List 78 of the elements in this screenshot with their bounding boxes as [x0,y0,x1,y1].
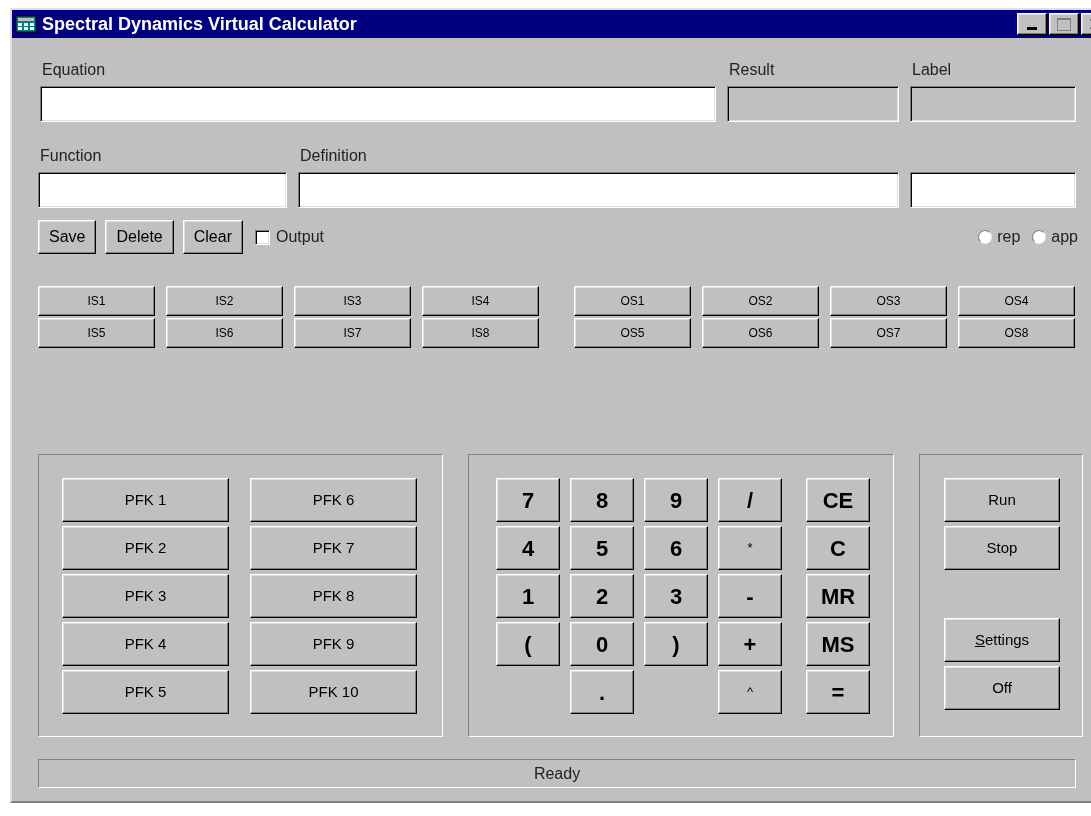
button[interactable]: 7 [496,478,560,522]
readonly-field[interactable] [727,86,899,122]
button[interactable]: OS1 [574,286,691,316]
maximize-button[interactable] [1049,13,1079,35]
button[interactable]: PFK 4 [62,622,229,666]
radio-button[interactable] [978,230,993,244]
button[interactable]: 6 [644,526,708,570]
button[interactable]: OS3 [830,286,947,316]
button[interactable]: * [718,526,782,570]
button[interactable]: 4 [496,526,560,570]
button[interactable]: IS3 [294,286,411,316]
button[interactable]: OS8 [958,318,1075,348]
button[interactable]: + [718,622,782,666]
field-label: Definition [300,146,368,166]
calculator-icon [15,15,37,33]
field-label: Equation [42,60,107,80]
input-field[interactable] [38,172,287,208]
input-field[interactable] [40,86,716,122]
button[interactable]: 8 [570,478,634,522]
button[interactable]: OS7 [830,318,947,348]
button[interactable]: Settings [944,618,1060,662]
button[interactable]: MS [806,622,870,666]
button[interactable]: PFK 10 [250,670,417,714]
button[interactable]: ^ [718,670,782,714]
input-field[interactable] [910,172,1076,208]
field-label: Label [912,60,953,80]
button[interactable]: Run [944,478,1060,522]
button[interactable]: ) [644,622,708,666]
status-bar: Ready [38,759,1076,788]
button[interactable]: / [718,478,782,522]
button[interactable]: MR [806,574,870,618]
input-field[interactable] [298,172,899,208]
button[interactable]: PFK 8 [250,574,417,618]
window-title: Spectral Dynamics Virtual Calculator [42,12,358,36]
button[interactable]: OS6 [702,318,819,348]
button[interactable]: IS7 [294,318,411,348]
button[interactable]: PFK 1 [62,478,229,522]
radio-button[interactable] [1032,230,1047,244]
button[interactable]: IS1 [38,286,155,316]
button[interactable]: 9 [644,478,708,522]
button[interactable]: OS2 [702,286,819,316]
button[interactable]: PFK 9 [250,622,417,666]
button[interactable]: ( [496,622,560,666]
button[interactable]: OS4 [958,286,1075,316]
radio-label: rep [997,227,1021,247]
readonly-field[interactable] [910,86,1076,122]
button[interactable]: CE [806,478,870,522]
button[interactable]: C [806,526,870,570]
button[interactable]: IS8 [422,318,539,348]
button[interactable]: OS5 [574,318,691,348]
button[interactable]: IS4 [422,286,539,316]
button[interactable]: 5 [570,526,634,570]
button[interactable]: 0 [570,622,634,666]
field-label: Result [729,60,776,80]
button[interactable]: Stop [944,526,1060,570]
button[interactable]: PFK 2 [62,526,229,570]
button[interactable]: IS5 [38,318,155,348]
button[interactable]: Save [38,220,97,254]
button[interactable]: Off [944,666,1060,710]
button[interactable]: . [570,670,634,714]
button[interactable]: Delete [105,220,174,254]
button[interactable]: IS2 [166,286,283,316]
button[interactable]: PFK 3 [62,574,229,618]
button[interactable]: PFK 5 [62,670,229,714]
button[interactable]: IS6 [166,318,283,348]
button[interactable]: Clear [182,220,243,254]
field-label: Function [40,146,103,166]
checkbox[interactable] [254,229,270,245]
button[interactable]: PFK 6 [250,478,417,522]
checkbox-label: Output [275,227,324,247]
minimize-button[interactable] [1017,13,1047,35]
button[interactable]: = [806,670,870,714]
button[interactable]: PFK 7 [250,526,417,570]
radio-label: app [1051,227,1078,247]
button[interactable]: 1 [496,574,560,618]
button[interactable]: 2 [570,574,634,618]
button[interactable]: - [718,574,782,618]
button[interactable]: 3 [644,574,708,618]
